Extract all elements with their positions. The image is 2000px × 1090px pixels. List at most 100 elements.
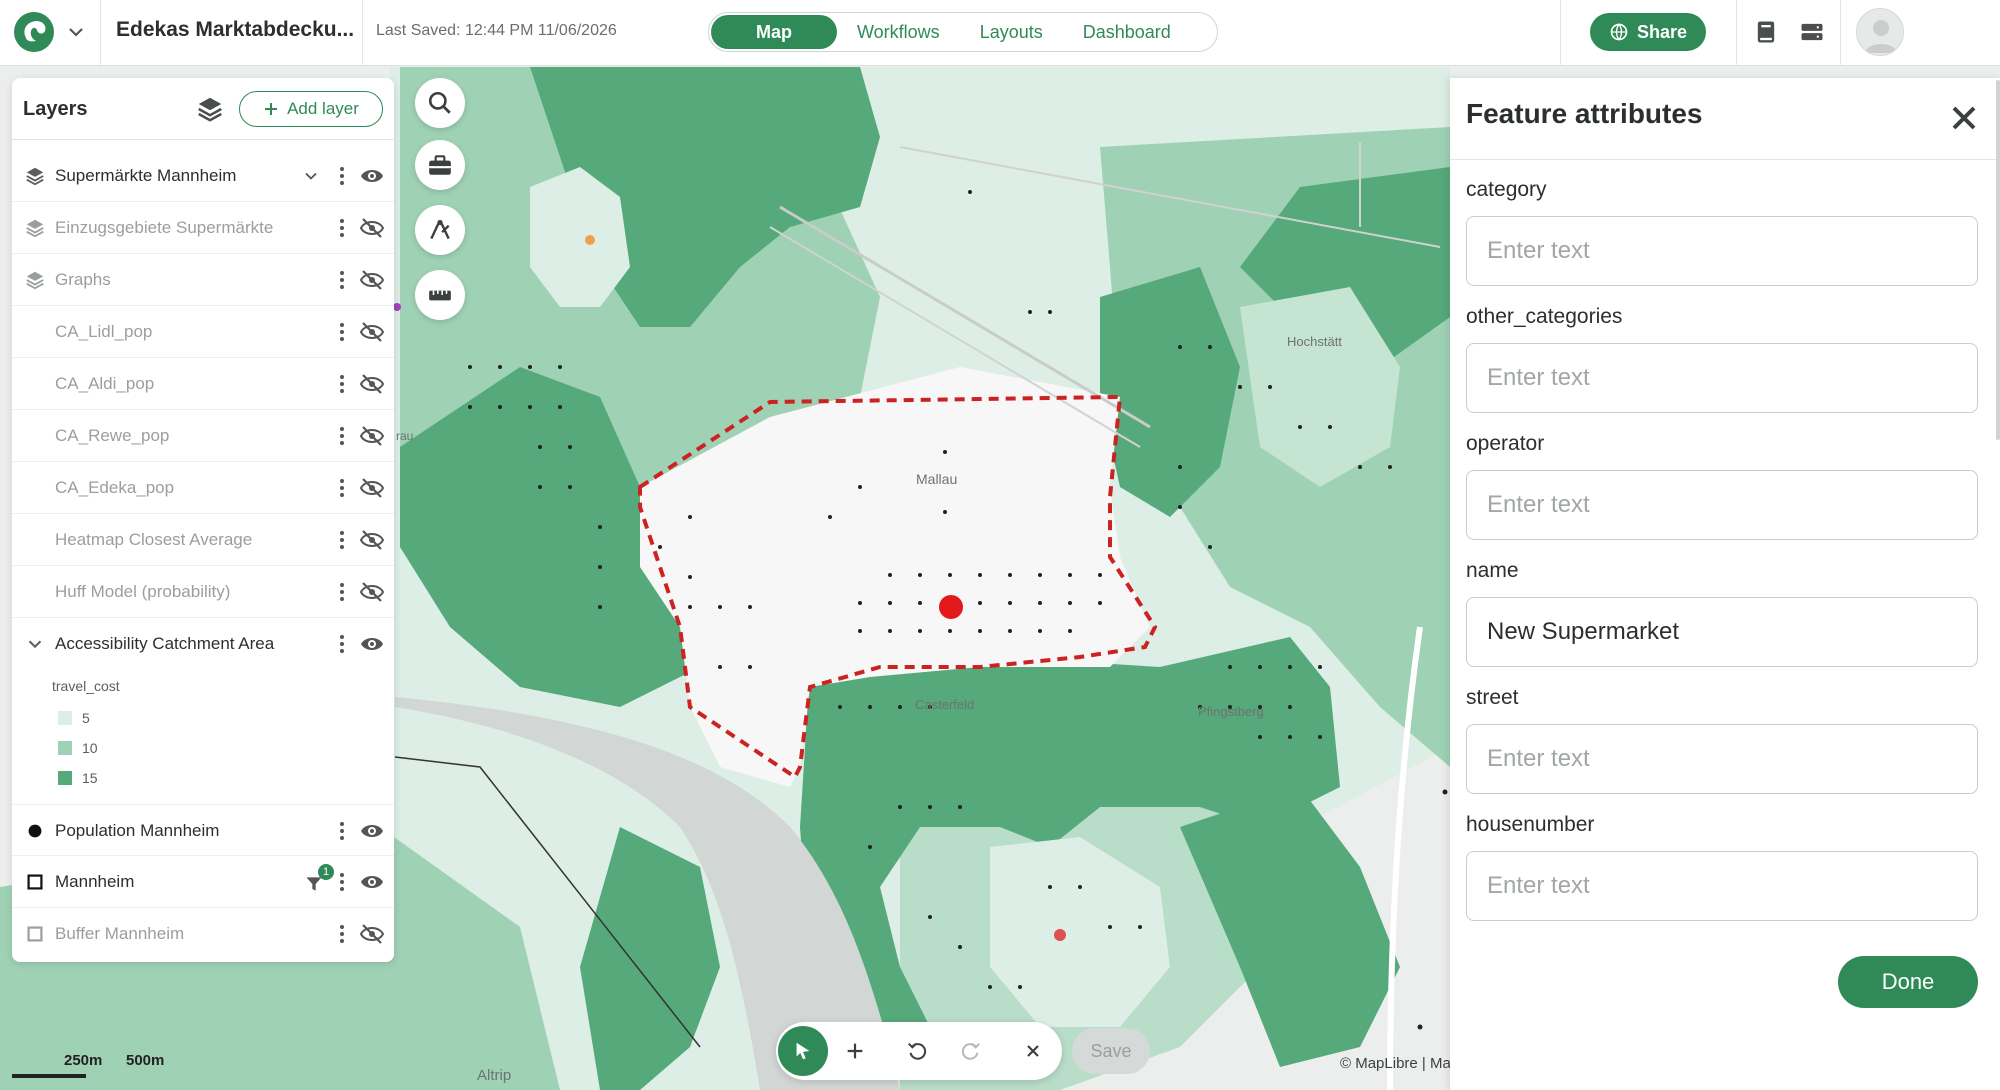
layer-group-icon bbox=[26, 167, 44, 186]
operator-input[interactable] bbox=[1466, 470, 1978, 540]
eye-icon[interactable] bbox=[360, 633, 384, 655]
legend-field-label: travel_cost bbox=[52, 678, 120, 694]
layer-row-ca-lidl-pop[interactable]: CA_Lidl_pop bbox=[12, 306, 394, 358]
eye-off-icon[interactable] bbox=[360, 321, 384, 343]
attributes-scrollbar[interactable] bbox=[1996, 80, 2000, 440]
chevron-down-icon[interactable] bbox=[24, 633, 46, 655]
field-label-category: category bbox=[1466, 178, 1547, 201]
eye-off-icon[interactable] bbox=[360, 581, 384, 603]
housenumber-input[interactable] bbox=[1466, 851, 1978, 921]
eye-off-icon[interactable] bbox=[360, 425, 384, 447]
more-vertical-icon[interactable] bbox=[332, 165, 352, 187]
toolbox-icon bbox=[429, 155, 451, 175]
tab-map[interactable]: Map bbox=[711, 15, 837, 49]
done-button[interactable]: Done bbox=[1838, 956, 1978, 1008]
more-vertical-icon[interactable] bbox=[332, 321, 352, 343]
select-tool-button[interactable] bbox=[778, 1026, 828, 1076]
eye-icon[interactable] bbox=[360, 820, 384, 842]
close-icon[interactable] bbox=[1944, 98, 1984, 138]
share-label: Share bbox=[1636, 21, 1688, 42]
layers-stack-icon[interactable] bbox=[195, 94, 225, 124]
toolbox-tool-button[interactable] bbox=[415, 140, 465, 190]
layer-name: CA_Aldi_pop bbox=[55, 374, 155, 393]
more-vertical-icon[interactable] bbox=[332, 217, 352, 239]
eye-icon[interactable] bbox=[360, 871, 384, 893]
layer-row-ca-edeka-pop[interactable]: CA_Edeka_pop bbox=[12, 462, 394, 514]
tab-workflows[interactable]: Workflows bbox=[837, 15, 960, 49]
more-vertical-icon[interactable] bbox=[332, 477, 352, 499]
map-label-hochstaett: Hochstätt bbox=[1287, 334, 1342, 349]
more-vertical-icon[interactable] bbox=[332, 820, 352, 842]
save-edits-button[interactable]: Save bbox=[1072, 1028, 1150, 1074]
scale-label-250: 250m bbox=[64, 1052, 103, 1069]
undo-icon bbox=[908, 1042, 927, 1060]
layer-name: CA_Edeka_pop bbox=[55, 478, 175, 497]
layer-name: Mannheim bbox=[55, 872, 135, 891]
add-layer-button[interactable]: Add layer bbox=[239, 91, 383, 127]
layer-name: Huff Model (probability) bbox=[55, 582, 231, 601]
eye-off-icon[interactable] bbox=[360, 923, 384, 945]
category-input[interactable] bbox=[1466, 216, 1978, 286]
eye-icon[interactable] bbox=[360, 165, 384, 187]
topbar-divider bbox=[1736, 0, 1737, 66]
scale-bar: 250m 500m bbox=[12, 1052, 212, 1080]
more-vertical-icon[interactable] bbox=[332, 373, 352, 395]
layer-row-einzugsgebiete[interactable]: Einzugsgebiete Supermärkte bbox=[12, 202, 394, 254]
layer-row-ca-aldi-pop[interactable]: CA_Aldi_pop bbox=[12, 358, 394, 410]
layer-row-population-mannheim[interactable]: Population Mannheim bbox=[12, 804, 394, 856]
more-vertical-icon[interactable] bbox=[332, 871, 352, 893]
more-vertical-icon[interactable] bbox=[332, 529, 352, 551]
layer-name: Einzugsgebiete Supermärkte bbox=[55, 218, 274, 237]
search-tool-button[interactable] bbox=[415, 78, 465, 128]
book-icon[interactable] bbox=[1752, 18, 1780, 46]
measure-tool-button[interactable] bbox=[415, 270, 465, 320]
layer-row-ca-rewe-pop[interactable]: CA_Rewe_pop bbox=[12, 410, 394, 462]
eye-off-icon[interactable] bbox=[360, 529, 384, 551]
chevron-down-icon[interactable] bbox=[301, 166, 321, 186]
project-title[interactable]: Edekas Marktabdecku... bbox=[116, 18, 354, 42]
share-button[interactable]: Share bbox=[1590, 13, 1706, 51]
layer-row-heatmap-closest-average[interactable]: Heatmap Closest Average bbox=[12, 514, 394, 566]
more-vertical-icon[interactable] bbox=[332, 923, 352, 945]
topbar-divider bbox=[362, 0, 363, 66]
view-tabs: Map Workflows Layouts Dashboard bbox=[708, 12, 1218, 52]
redo-button[interactable] bbox=[950, 1030, 992, 1072]
eye-off-icon[interactable] bbox=[360, 269, 384, 291]
layer-row-huff-model[interactable]: Huff Model (probability) bbox=[12, 566, 394, 618]
other-categories-input[interactable] bbox=[1466, 343, 1978, 413]
more-vertical-icon[interactable] bbox=[332, 581, 352, 603]
layers-panel-header: Layers Add layer bbox=[12, 78, 394, 140]
field-label-operator: operator bbox=[1466, 432, 1545, 455]
more-vertical-icon[interactable] bbox=[332, 269, 352, 291]
layer-row-mannheim[interactable]: Mannheim 1 bbox=[12, 856, 394, 908]
map-label-rau: rau bbox=[396, 429, 414, 443]
legend-label: 15 bbox=[82, 770, 98, 786]
name-input[interactable] bbox=[1466, 597, 1978, 667]
layer-row-supermaerkte-mannheim[interactable]: Supermärkte Mannheim bbox=[12, 150, 394, 202]
layer-row-accessibility-catchment-area[interactable]: Accessibility Catchment Area bbox=[12, 618, 394, 670]
eye-off-icon[interactable] bbox=[360, 217, 384, 239]
eye-off-icon[interactable] bbox=[360, 373, 384, 395]
eye-off-icon[interactable] bbox=[360, 477, 384, 499]
goat-logo-icon[interactable] bbox=[14, 12, 54, 52]
draw-tool-button[interactable] bbox=[415, 205, 465, 255]
layer-row-buffer-mannheim[interactable]: Buffer Mannheim bbox=[12, 908, 394, 960]
layer-row-graphs[interactable]: Graphs bbox=[12, 254, 394, 306]
tab-layouts[interactable]: Layouts bbox=[960, 15, 1063, 49]
tab-dashboard[interactable]: Dashboard bbox=[1063, 15, 1191, 49]
add-feature-button[interactable] bbox=[834, 1030, 876, 1072]
more-vertical-icon[interactable] bbox=[332, 425, 352, 447]
street-input[interactable] bbox=[1466, 724, 1978, 794]
server-list-icon[interactable] bbox=[1798, 18, 1826, 46]
chevron-down-icon[interactable] bbox=[64, 20, 88, 44]
draw-icon bbox=[430, 219, 450, 240]
cancel-edit-button[interactable] bbox=[1012, 1030, 1054, 1072]
legend-swatch bbox=[58, 771, 72, 785]
undo-button[interactable] bbox=[896, 1030, 938, 1072]
layers-title: Layers bbox=[23, 98, 88, 120]
user-avatar-icon[interactable] bbox=[1856, 8, 1904, 56]
more-vertical-icon[interactable] bbox=[332, 633, 352, 655]
polygon-layer-icon bbox=[27, 874, 43, 890]
map-label-mallau: Mallau bbox=[916, 471, 958, 487]
map-label-pfingstberg: Pfingstberg bbox=[1198, 704, 1264, 719]
